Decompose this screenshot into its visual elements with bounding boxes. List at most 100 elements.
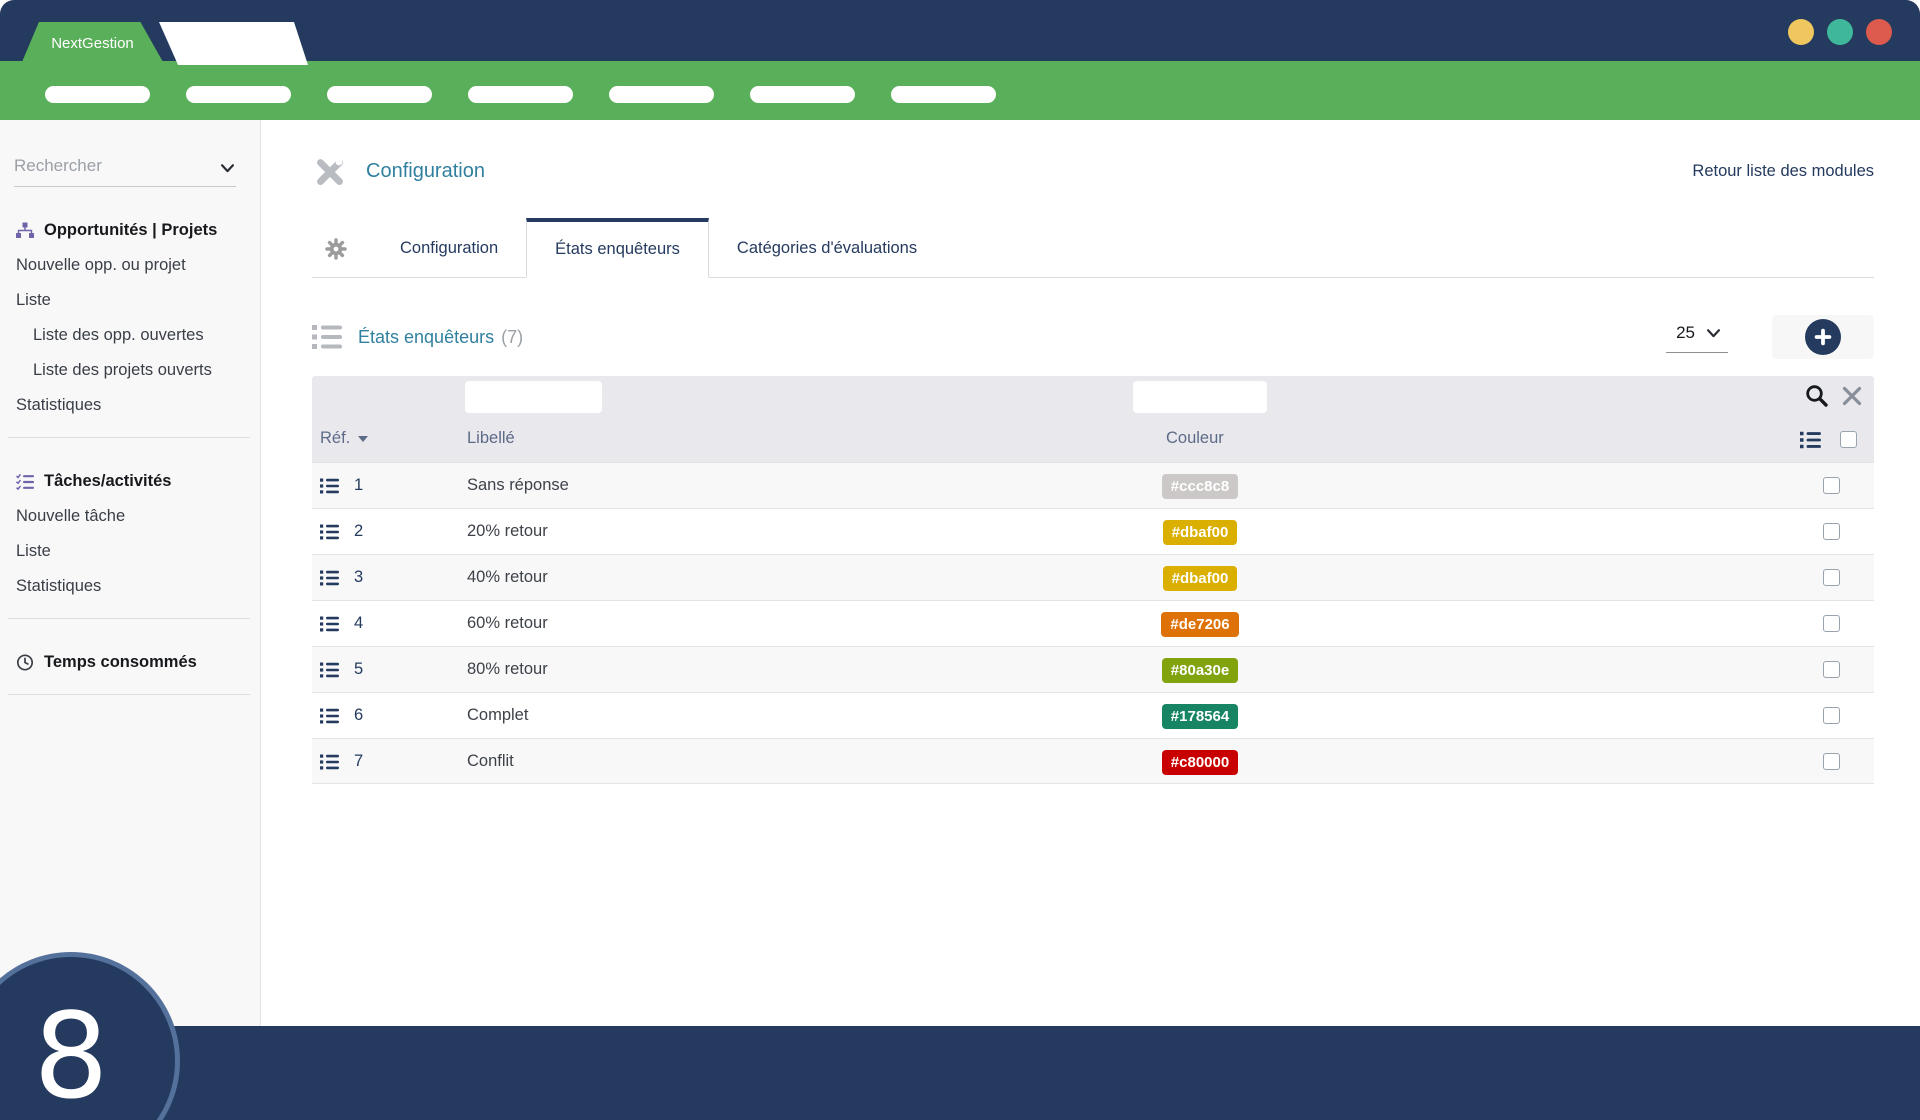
page-size-select[interactable]: 25	[1666, 321, 1728, 353]
window-dot[interactable]	[1866, 19, 1892, 45]
color-badge: #dbaf00	[1163, 520, 1238, 545]
tab--tats-enqu-teurs[interactable]: États enquêteurs	[526, 218, 709, 278]
sidebar-item[interactable]: Liste	[16, 291, 250, 310]
row-checkbox[interactable]	[1823, 661, 1840, 678]
sidebar-item[interactable]: Nouvelle tâche	[16, 507, 250, 526]
sidebar-item[interactable]: Liste	[16, 542, 250, 561]
chevron-down-icon[interactable]	[221, 164, 234, 173]
main-content: Configuration Retour liste des modules C…	[262, 120, 1920, 1026]
row-ref-link[interactable]: 7	[354, 752, 363, 771]
table-row: 3 40% retour #dbaf00	[312, 554, 1874, 600]
sidebar-search	[14, 156, 236, 187]
row-ref-link[interactable]: 4	[354, 614, 363, 633]
list-icon[interactable]	[320, 570, 340, 586]
column-ref-sort[interactable]: Réf.	[320, 429, 368, 448]
list-icon[interactable]	[1800, 431, 1822, 449]
row-checkbox[interactable]	[1823, 753, 1840, 770]
table-body: 1 Sans réponse #ccc8c8 2 20% retour #dba…	[312, 462, 1874, 784]
table-row: 4 60% retour #de7206	[312, 600, 1874, 646]
search-input[interactable]	[14, 156, 209, 176]
list-icon[interactable]	[320, 478, 340, 494]
list-icon	[312, 324, 342, 350]
row-libelle: 40% retour	[467, 568, 548, 587]
close-icon	[1842, 386, 1862, 406]
table-row: 7 Conflit #c80000	[312, 738, 1874, 784]
column-couleur-label: Couleur	[1166, 429, 1224, 448]
nav-item-placeholder[interactable]	[45, 86, 150, 103]
color-badge: #de7206	[1161, 612, 1238, 637]
sidebar-item[interactable]: Statistiques	[16, 396, 250, 415]
nav-item-placeholder[interactable]	[609, 86, 714, 103]
row-checkbox[interactable]	[1823, 477, 1840, 494]
tasks-icon	[16, 473, 34, 490]
row-checkbox[interactable]	[1823, 523, 1840, 540]
column-ref-label: Réf.	[320, 429, 350, 448]
sidebar-item[interactable]: Statistiques	[16, 577, 250, 596]
main-navbar	[0, 61, 1920, 120]
nav-item-placeholder[interactable]	[186, 86, 291, 103]
sidebar: Opportunités | Projets Nouvelle opp. ou …	[0, 120, 261, 1026]
list-icon[interactable]	[320, 616, 340, 632]
divider	[8, 437, 250, 438]
row-ref-link[interactable]: 2	[354, 522, 363, 541]
sidebar-sections: Opportunités | Projets Nouvelle opp. ou …	[0, 221, 260, 695]
table-row: 2 20% retour #dbaf00	[312, 508, 1874, 554]
color-badge: #dbaf00	[1163, 566, 1238, 591]
filter-libelle-input[interactable]	[465, 381, 602, 413]
list-count: (7)	[501, 327, 523, 348]
data-table: Réf. Libellé Couleur 1 Sans réponse #ccc…	[312, 376, 1874, 784]
brand-tab[interactable]: NextGestion	[22, 22, 163, 62]
row-checkbox[interactable]	[1823, 569, 1840, 586]
table-header-row: Réf. Libellé Couleur	[312, 418, 1874, 462]
select-all-checkbox[interactable]	[1840, 431, 1857, 448]
row-libelle: 80% retour	[467, 660, 548, 679]
row-checkbox[interactable]	[1823, 707, 1840, 724]
row-ref-link[interactable]: 6	[354, 706, 363, 725]
window-dot[interactable]	[1788, 19, 1814, 45]
row-libelle: Conflit	[467, 752, 514, 771]
sidebar-section-header[interactable]: Tâches/activités	[16, 472, 250, 491]
sidebar-section-header[interactable]: Temps consommés	[16, 653, 250, 672]
list-header: États enquêteurs (7) 25	[312, 314, 1874, 360]
chevron-down-icon	[1707, 329, 1720, 338]
sidebar-section-header[interactable]: Opportunités | Projets	[16, 221, 250, 240]
list-title: États enquêteurs	[358, 327, 494, 348]
tab-configuration[interactable]: Configuration	[372, 219, 526, 277]
brand-name: NextGestion	[51, 35, 134, 52]
color-badge: #ccc8c8	[1162, 474, 1238, 499]
sidebar-item[interactable]: Liste des opp. ouvertes	[16, 326, 250, 345]
list-icon[interactable]	[320, 708, 340, 724]
brand-placeholder	[159, 22, 308, 65]
divider	[8, 694, 250, 695]
sidebar-item[interactable]: Nouvelle opp. ou projet	[16, 256, 250, 275]
row-ref-link[interactable]: 5	[354, 660, 363, 679]
add-button[interactable]	[1772, 315, 1874, 359]
color-badge: #178564	[1162, 704, 1238, 729]
search-button[interactable]	[1804, 383, 1830, 412]
filter-row	[312, 376, 1874, 418]
color-badge: #c80000	[1162, 750, 1238, 775]
nav-item-placeholder[interactable]	[327, 86, 432, 103]
plus-icon	[1805, 319, 1841, 355]
page-title: Configuration	[366, 160, 485, 183]
row-ref-link[interactable]: 3	[354, 568, 363, 587]
filter-couleur-input[interactable]	[1133, 381, 1267, 413]
window-dot[interactable]	[1827, 19, 1853, 45]
row-checkbox[interactable]	[1823, 615, 1840, 632]
nav-item-placeholder[interactable]	[468, 86, 573, 103]
row-libelle: Complet	[467, 706, 528, 725]
nav-item-placeholder[interactable]	[750, 86, 855, 103]
list-icon[interactable]	[320, 662, 340, 678]
list-icon[interactable]	[320, 524, 340, 540]
nav-item-placeholder[interactable]	[891, 86, 996, 103]
list-icon[interactable]	[320, 754, 340, 770]
clear-filter-button[interactable]	[1842, 386, 1862, 409]
row-ref-link[interactable]: 1	[354, 476, 363, 495]
row-libelle: 20% retour	[467, 522, 548, 541]
page-number: 8	[33, 987, 108, 1120]
sidebar-item[interactable]: Liste des projets ouverts	[16, 361, 250, 380]
tab-cat-gories-d-valuations[interactable]: Catégories d'évaluations	[709, 219, 945, 277]
sort-caret-icon	[358, 436, 368, 442]
back-to-modules-link[interactable]: Retour liste des modules	[1692, 162, 1874, 181]
table-row: 6 Complet #178564	[312, 692, 1874, 738]
